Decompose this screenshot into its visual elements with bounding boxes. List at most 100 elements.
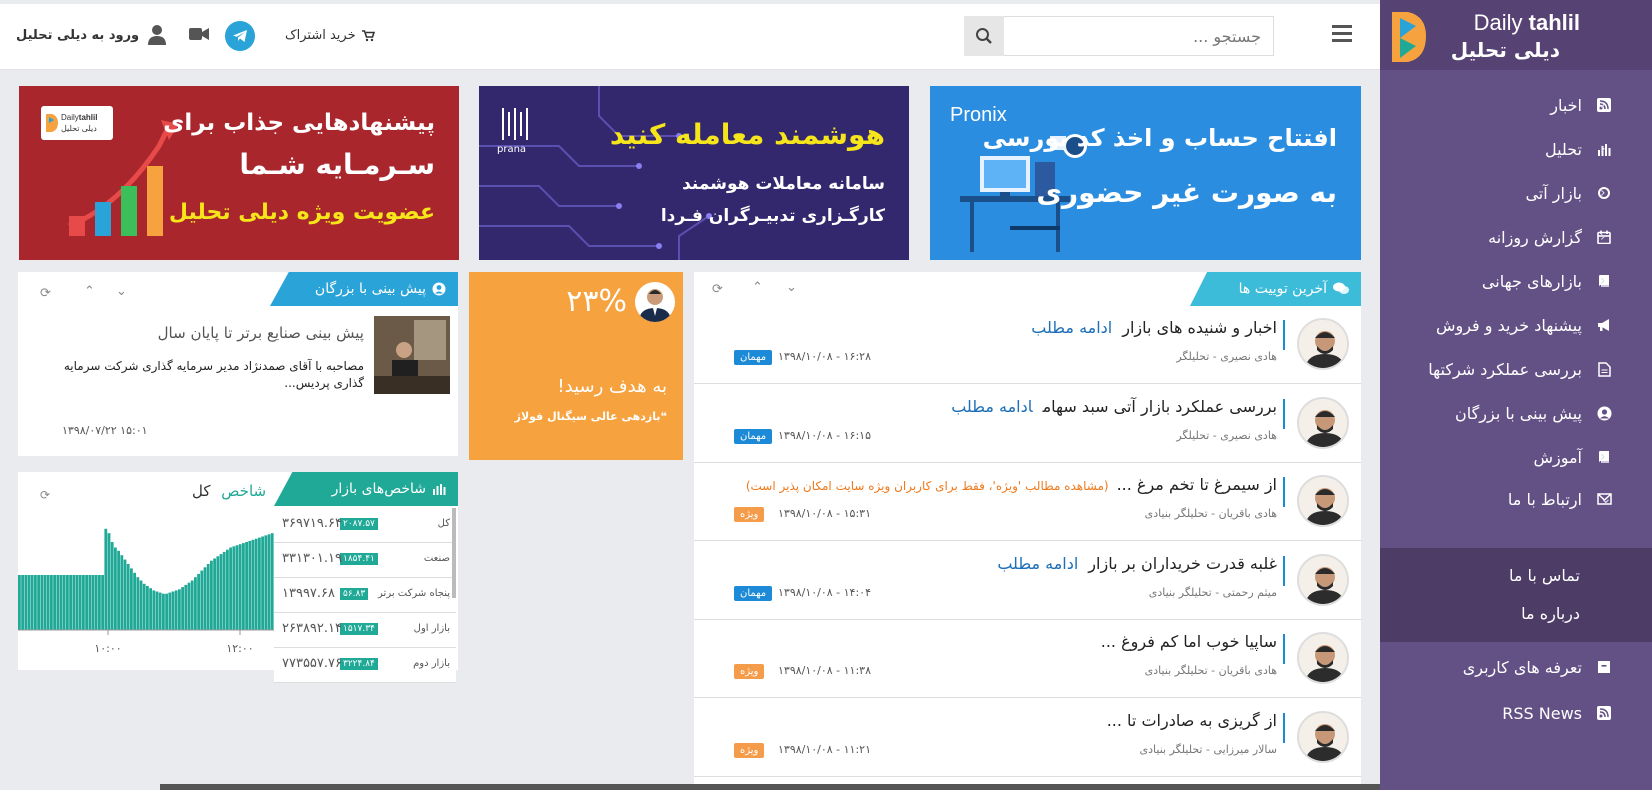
forecast-chevron-down-icon[interactable]: ⌄ xyxy=(116,284,127,299)
chevron-down-icon[interactable]: ⌄ xyxy=(786,280,797,295)
refresh-icon[interactable]: ⟳ xyxy=(712,282,723,297)
banner-pronix[interactable]: Pronix افتتاح حساب و اخذ کد بورسی به صور… xyxy=(930,86,1361,260)
chevron-icon: ‹ xyxy=(1600,185,1606,201)
read-more-link[interactable]: ادامه مطلب xyxy=(1031,318,1112,337)
chevron-icon: ‹ xyxy=(1600,97,1606,113)
tweet-title[interactable]: از سیمرغ تا تخم مرغ ...(مشاهده مطالب 'وی… xyxy=(746,475,1277,494)
tweet-title[interactable]: اخبار و شنیده های بازارادامه مطلب xyxy=(1031,318,1277,337)
sidebar-bottom-item-1[interactable]: RSS News xyxy=(1380,690,1652,736)
status-badge: مهمان xyxy=(734,350,773,365)
tweet-date: ۱۳۹۸/۱۰/۰۸ - ۱۶:۱۵ xyxy=(778,428,871,442)
status-badge: ویژه xyxy=(734,507,765,523)
tweet-date: ۱۳۹۸/۱۰/۰۸ - ۱۶:۲۸ xyxy=(778,350,871,363)
tweet-row[interactable]: اخبار و شنیده های بازارادامه مطلب هادی نص… xyxy=(694,306,1361,384)
index-name: بازار اول xyxy=(413,623,450,634)
chart-bar xyxy=(254,538,258,630)
read-more-link[interactable]: ادامه مطلب xyxy=(997,554,1078,573)
index-row[interactable]: صنعت ۱۸۵۴.۴۱ ۳۳۱۳۰۱.۱۹ xyxy=(274,543,456,578)
author-avatar xyxy=(1297,711,1349,763)
search-input[interactable]: جستجو ... xyxy=(964,16,1274,56)
subscribe-link[interactable]: خرید اشتراک xyxy=(285,28,375,43)
tweet-row[interactable]: بررسی عملکرد بازار آتی سبد سهامادامه مطل… xyxy=(694,384,1361,463)
chart-bar xyxy=(216,556,220,630)
chart-bar xyxy=(59,575,63,630)
index-change: ۳۲۲۴.۸۴ xyxy=(340,658,378,670)
tweet-title[interactable]: غلبه قدرت خریداران بر بازارادامه مطلب xyxy=(997,554,1277,573)
video-camera-icon[interactable] xyxy=(188,26,210,42)
index-change: ۲۰۸۷.۵۷ xyxy=(340,518,378,530)
chart-bar xyxy=(242,543,245,630)
banner-prana-line1: هوشمند معامله کنید xyxy=(609,118,885,151)
index-row[interactable]: بازار دوم ۳۲۲۴.۸۴ ۷۷۳۵۵۷.۷۶ xyxy=(274,648,456,683)
chart-bar xyxy=(165,593,168,630)
banner-prana[interactable]: prana هوشمند معامله کنید سامانه معاملات … xyxy=(479,86,909,260)
tweet-title[interactable]: از گریزی به صادرات تا ... xyxy=(1107,711,1277,730)
chart-bar xyxy=(168,592,172,630)
forecast-refresh-icon[interactable]: ⟳ xyxy=(40,286,51,301)
tweet-date: ۱۳۹۸/۱۰/۰۸ - ۱۵:۳۱ xyxy=(778,507,871,521)
chart-bar xyxy=(94,575,98,630)
tweet-title[interactable]: ساپیا خوب اما کم فروغ ... xyxy=(1101,632,1277,651)
sidebar-item-0[interactable]: اخبار ‹ xyxy=(1380,82,1652,128)
banner-membership[interactable]: Dailytahlil دیلی تحلیل پیشنهادهایی جذاب ب… xyxy=(19,86,459,260)
chevron-up-icon[interactable]: ⌃ xyxy=(752,280,763,295)
search-button[interactable] xyxy=(964,16,1004,56)
author-avatar xyxy=(1297,318,1349,370)
goal-card[interactable]: ۲۳% به هدف رسید! ❝بازدهی عالی سیگنال فول… xyxy=(469,272,683,460)
circuit-pattern-icon xyxy=(479,86,712,260)
login-link[interactable]: ورود به دیلی تحلیل xyxy=(16,24,167,46)
chart-bar xyxy=(155,591,159,630)
tweet-accent-bar xyxy=(1283,713,1285,743)
hamburger-menu-icon[interactable] xyxy=(1330,22,1354,44)
sidebar-bottom-item-0[interactable]: تعرفه های کاربری xyxy=(1380,644,1652,690)
tweet-row[interactable]: ساپیا خوب اما کم فروغ ... هادی باقریان - … xyxy=(694,620,1361,699)
sidebar-item-7[interactable]: پیش بینی با بزرگان xyxy=(1380,390,1652,436)
sidebar-item-3[interactable]: گزارش روزانه ‹ xyxy=(1380,214,1652,260)
indices-header: شاخص‌های بازار xyxy=(274,472,458,506)
forecast-thumbnail[interactable] xyxy=(374,316,450,394)
indices-scrollbar[interactable] xyxy=(452,508,456,598)
submenu-item-about[interactable]: درباره ما xyxy=(1380,604,1652,623)
sidebar-item-label: بازارهای جهانی xyxy=(1481,271,1582,291)
read-more-link[interactable]: ادامه مطلب xyxy=(951,397,1032,416)
indices-tab[interactable]: شاخص کل xyxy=(192,482,266,500)
person-icon xyxy=(1299,398,1347,447)
sidebar-item-6[interactable]: بررسی عملکرد شرکتها xyxy=(1380,346,1652,392)
sidebar-item-4[interactable]: بازارهای جهانی ‹ xyxy=(1380,258,1652,304)
status-badge: مهمان xyxy=(734,428,773,444)
bar-chart-icon xyxy=(433,484,446,495)
chart-bar xyxy=(85,575,88,630)
chart-bar xyxy=(27,575,31,630)
sidebar-item-5[interactable]: پیشنهاد خرید و فروش xyxy=(1380,302,1652,348)
logo-mark-icon xyxy=(1392,12,1426,62)
index-value: ۳۳۱۳۰۱.۱۹ xyxy=(282,551,342,566)
prana-brand: prana xyxy=(497,144,527,155)
submenu-item-contact[interactable]: تماس با ما xyxy=(1380,566,1652,585)
chart-bar xyxy=(133,572,136,630)
banner-prana-line3: کارگـزاری تدبیـرگران فـردا xyxy=(660,206,885,226)
forecast-chevron-up-icon[interactable]: ⌃ xyxy=(84,284,95,299)
logo[interactable]: Daily tahlil دیلی تحلیل xyxy=(1380,0,1652,70)
tweet-row[interactable]: از سیمرغ تا تخم مرغ ...(مشاهده مطالب 'وی… xyxy=(694,463,1361,542)
tweet-row[interactable]: از گریزی به صادرات تا ... سالار میرزایی -… xyxy=(694,699,1361,777)
forecast-title[interactable]: پیش بینی صنایع برتر تا پایان سال xyxy=(158,324,364,342)
chart-bar xyxy=(206,564,210,630)
index-row[interactable]: بازار اول ۱۵۱۷.۳۴ ۲۶۳۸۹۲.۱۴ xyxy=(274,613,456,648)
tweet-row[interactable]: غلبه قدرت خریداران بر بازارادامه مطلب میث… xyxy=(694,541,1361,620)
telegram-button[interactable] xyxy=(225,21,255,51)
chart-bar xyxy=(171,591,175,630)
page-scrollbar[interactable] xyxy=(160,784,1380,790)
index-row[interactable]: پنجاه شرکت برتر ۵۶.۸۳ ۱۳۹۹۷.۶۸ xyxy=(274,578,456,613)
sidebar-item-2[interactable]: بازار آتی ‹ xyxy=(1380,170,1652,216)
sidebar-item-9[interactable]: ارتباط با ما ⌄ xyxy=(1380,476,1652,522)
chart-bar xyxy=(264,535,268,630)
chart-bar xyxy=(258,537,261,630)
tweet-title[interactable]: بررسی عملکرد بازار آتی سبد سهامادامه مطل… xyxy=(951,397,1277,416)
chart-bar xyxy=(194,577,197,630)
indices-refresh-icon[interactable]: ⟳ xyxy=(40,488,50,502)
tweet-accent-bar xyxy=(1283,398,1285,429)
index-row[interactable]: کل ۲۰۸۷.۵۷ ۳۶۹۷۱۹.۶۴ xyxy=(274,508,456,543)
chevron-icon: ⌄ xyxy=(1600,491,1612,507)
sidebar-item-8[interactable]: آموزش ‹ xyxy=(1380,434,1652,480)
sidebar-item-1[interactable]: تحلیل ‹ xyxy=(1380,126,1652,172)
